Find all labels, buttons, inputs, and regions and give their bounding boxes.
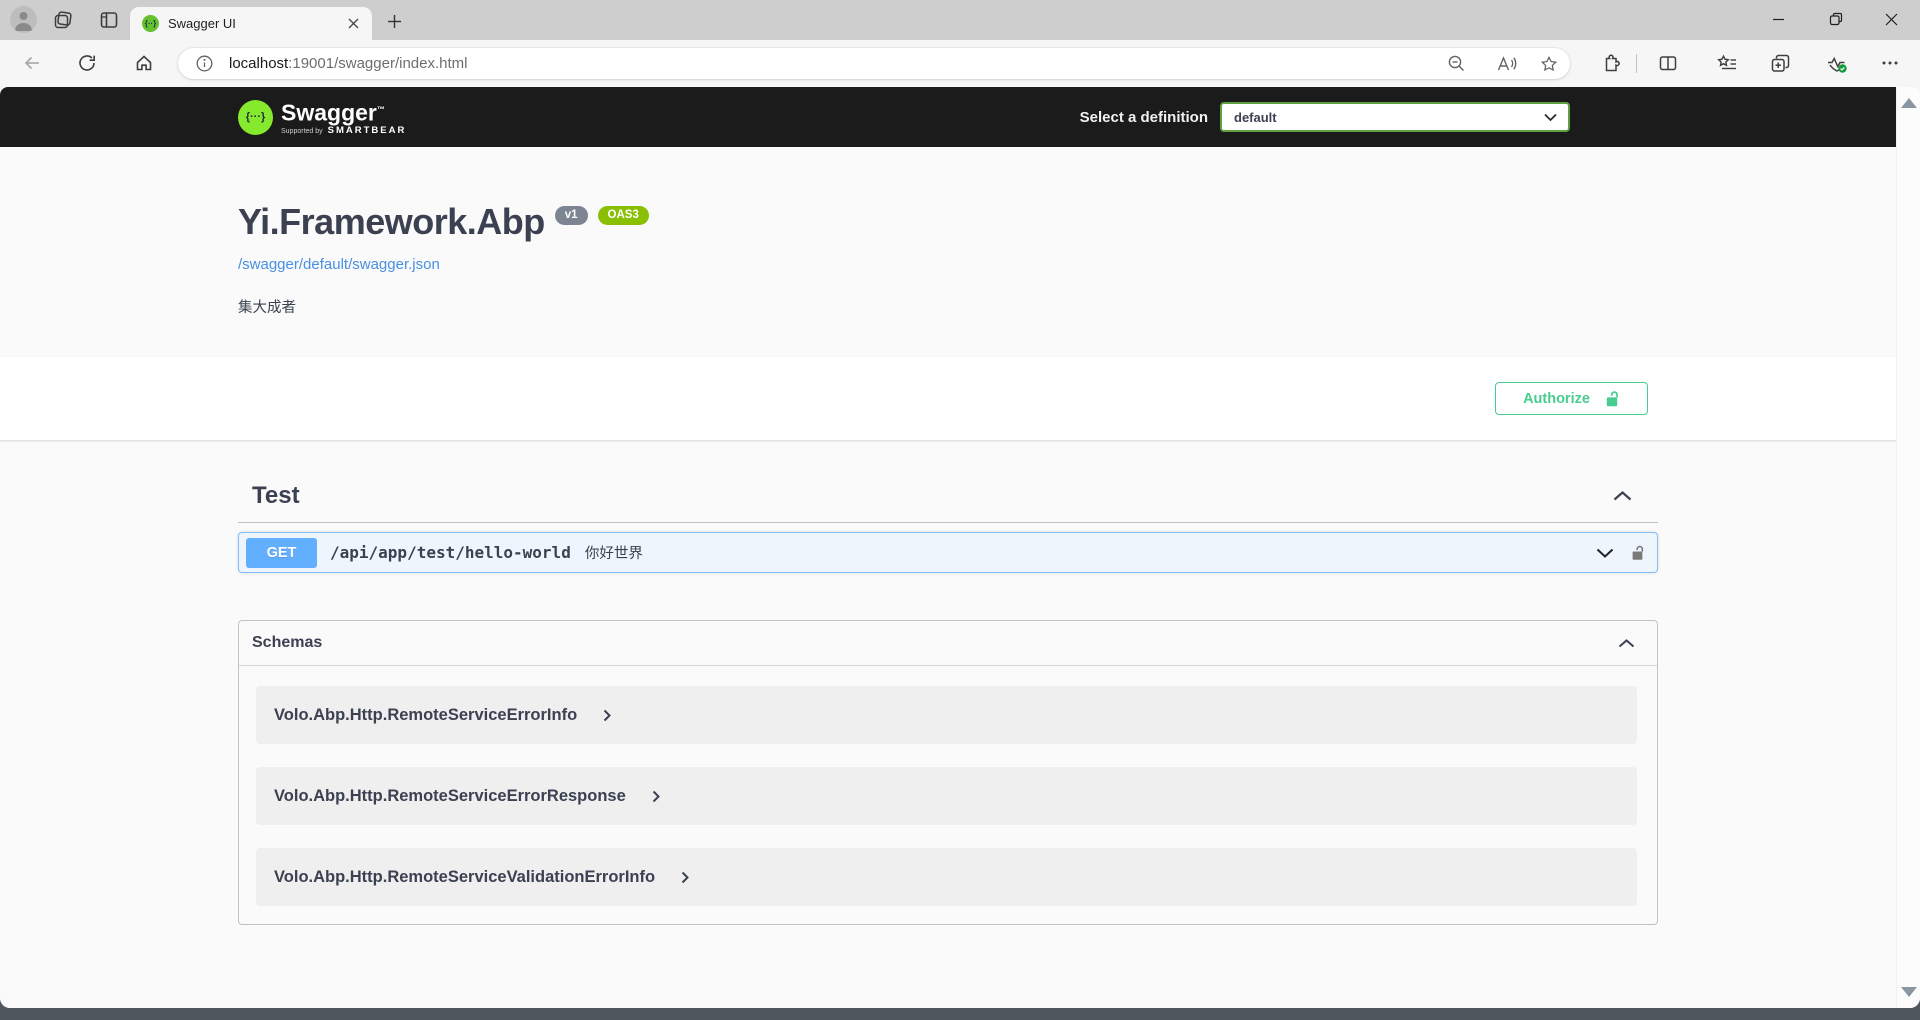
oas-badge: OAS3 <box>598 206 649 225</box>
site-info-icon[interactable] <box>192 51 217 76</box>
swagger-favicon: {··} <box>142 15 159 32</box>
definition-select-value: default <box>1234 110 1277 125</box>
tag-title: Test <box>252 482 300 510</box>
chevron-down-icon <box>1544 113 1557 122</box>
chevron-right-icon <box>652 790 660 803</box>
spec-json-link[interactable]: /swagger/default/swagger.json <box>238 256 440 273</box>
web-content: {···} Swagger™ Supported by SMARTBEAR Se… <box>0 87 1920 1008</box>
swagger-topbar: {···} Swagger™ Supported by SMARTBEAR Se… <box>0 87 1896 147</box>
favorites-icon[interactable] <box>1715 51 1739 75</box>
schemas-chevron-up-icon[interactable] <box>1618 639 1635 648</box>
url-host: localhost <box>229 55 288 72</box>
favorite-star-icon[interactable] <box>1536 51 1561 76</box>
auth-lock-icon[interactable] <box>1630 544 1645 562</box>
scheme-container: Authorize <box>0 357 1896 440</box>
browser-window: {··} Swagger UI <box>0 0 1920 1008</box>
tab-close-icon[interactable] <box>344 15 362 33</box>
browser-tab-strip: {··} Swagger UI <box>0 0 1920 40</box>
authorize-label: Authorize <box>1523 391 1590 407</box>
operation-path: /api/app/test/hello-world <box>330 543 571 562</box>
trademark: ™ <box>377 105 385 114</box>
workspaces-icon[interactable] <box>52 9 74 31</box>
swagger-logo[interactable]: {···} Swagger™ Supported by SMARTBEAR <box>238 98 406 136</box>
schema-name: Volo.Abp.Http.RemoteServiceErrorInfo <box>274 706 577 725</box>
swagger-logo-icon: {···} <box>238 100 273 135</box>
browser-essentials-icon[interactable] <box>1825 51 1849 75</box>
extensions-icon[interactable] <box>1598 51 1622 75</box>
authorize-button[interactable]: Authorize <box>1495 382 1648 415</box>
new-tab-button[interactable] <box>382 9 406 33</box>
url-path: :19001/swagger/index.html <box>288 55 467 72</box>
api-description: 集大成者 <box>238 296 1658 317</box>
browser-tab[interactable]: {··} Swagger UI <box>130 7 372 40</box>
url-text[interactable]: localhost:19001/swagger/index.html <box>229 55 467 72</box>
home-icon[interactable] <box>131 50 157 76</box>
definition-select[interactable]: default <box>1220 102 1570 132</box>
schema-item[interactable]: Volo.Abp.Http.RemoteServiceValidationErr… <box>256 848 1637 906</box>
person-icon <box>14 10 33 31</box>
close-window-button[interactable] <box>1876 5 1906 33</box>
minimize-button[interactable] <box>1763 5 1793 33</box>
back-icon[interactable] <box>19 50 45 76</box>
tag-header[interactable]: Test <box>238 480 1658 523</box>
scroll-down-icon[interactable] <box>1901 987 1917 997</box>
schemas-title: Schemas <box>252 634 322 652</box>
browser-toolbar: localhost:19001/swagger/index.html <box>0 40 1920 87</box>
restore-button[interactable] <box>1821 5 1851 33</box>
api-title: Yi.Framework.Abp <box>238 202 545 242</box>
refresh-icon[interactable] <box>74 50 100 76</box>
split-screen-icon[interactable] <box>1656 51 1680 75</box>
unlock-icon <box>1604 390 1620 408</box>
swagger-logo-text: Swagger™ <box>281 98 406 125</box>
chevron-right-icon <box>681 871 689 884</box>
collapse-chevron-up-icon[interactable] <box>1613 491 1632 501</box>
schemas-section: Schemas Volo.Abp.Http.RemoteServiceError… <box>238 620 1658 925</box>
schemas-header[interactable]: Schemas <box>239 621 1657 666</box>
chevron-right-icon <box>603 709 611 722</box>
address-bar[interactable]: localhost:19001/swagger/index.html <box>178 48 1570 79</box>
http-method-badge: GET <box>246 538 317 568</box>
collections-icon[interactable] <box>1768 51 1792 75</box>
toolbar-divider <box>1636 54 1637 73</box>
zoom-out-icon[interactable] <box>1444 51 1469 76</box>
operation-get-hello-world[interactable]: GET /api/app/test/hello-world 你好世界 <box>238 532 1658 573</box>
schema-name: Volo.Abp.Http.RemoteServiceErrorResponse <box>274 787 626 806</box>
scroll-up-icon[interactable] <box>1901 98 1917 108</box>
page-scrollbar[interactable] <box>1896 87 1920 1008</box>
version-badge: v1 <box>555 206 588 225</box>
tab-title: Swagger UI <box>168 16 344 31</box>
tag-section-test: Test GET /api/app/test/hello-world 你好世界 <box>238 480 1658 573</box>
schema-name: Volo.Abp.Http.RemoteServiceValidationErr… <box>274 868 655 887</box>
schema-item[interactable]: Volo.Abp.Http.RemoteServiceErrorInfo <box>256 686 1637 744</box>
expand-chevron-down-icon[interactable] <box>1596 548 1614 558</box>
profile-avatar[interactable] <box>10 6 37 33</box>
swagger-tagline: Supported by SMARTBEAR <box>281 125 406 136</box>
select-definition-label: Select a definition <box>1080 109 1208 126</box>
settings-menu-icon[interactable] <box>1878 51 1902 75</box>
vertical-tabs-icon[interactable] <box>98 9 120 31</box>
schema-item[interactable]: Volo.Abp.Http.RemoteServiceErrorResponse <box>256 767 1637 825</box>
api-info-section: Yi.Framework.Abp v1 OAS3 /swagger/defaul… <box>238 147 1658 357</box>
operation-summary: 你好世界 <box>585 542 643 563</box>
read-aloud-icon[interactable] <box>1494 51 1519 76</box>
